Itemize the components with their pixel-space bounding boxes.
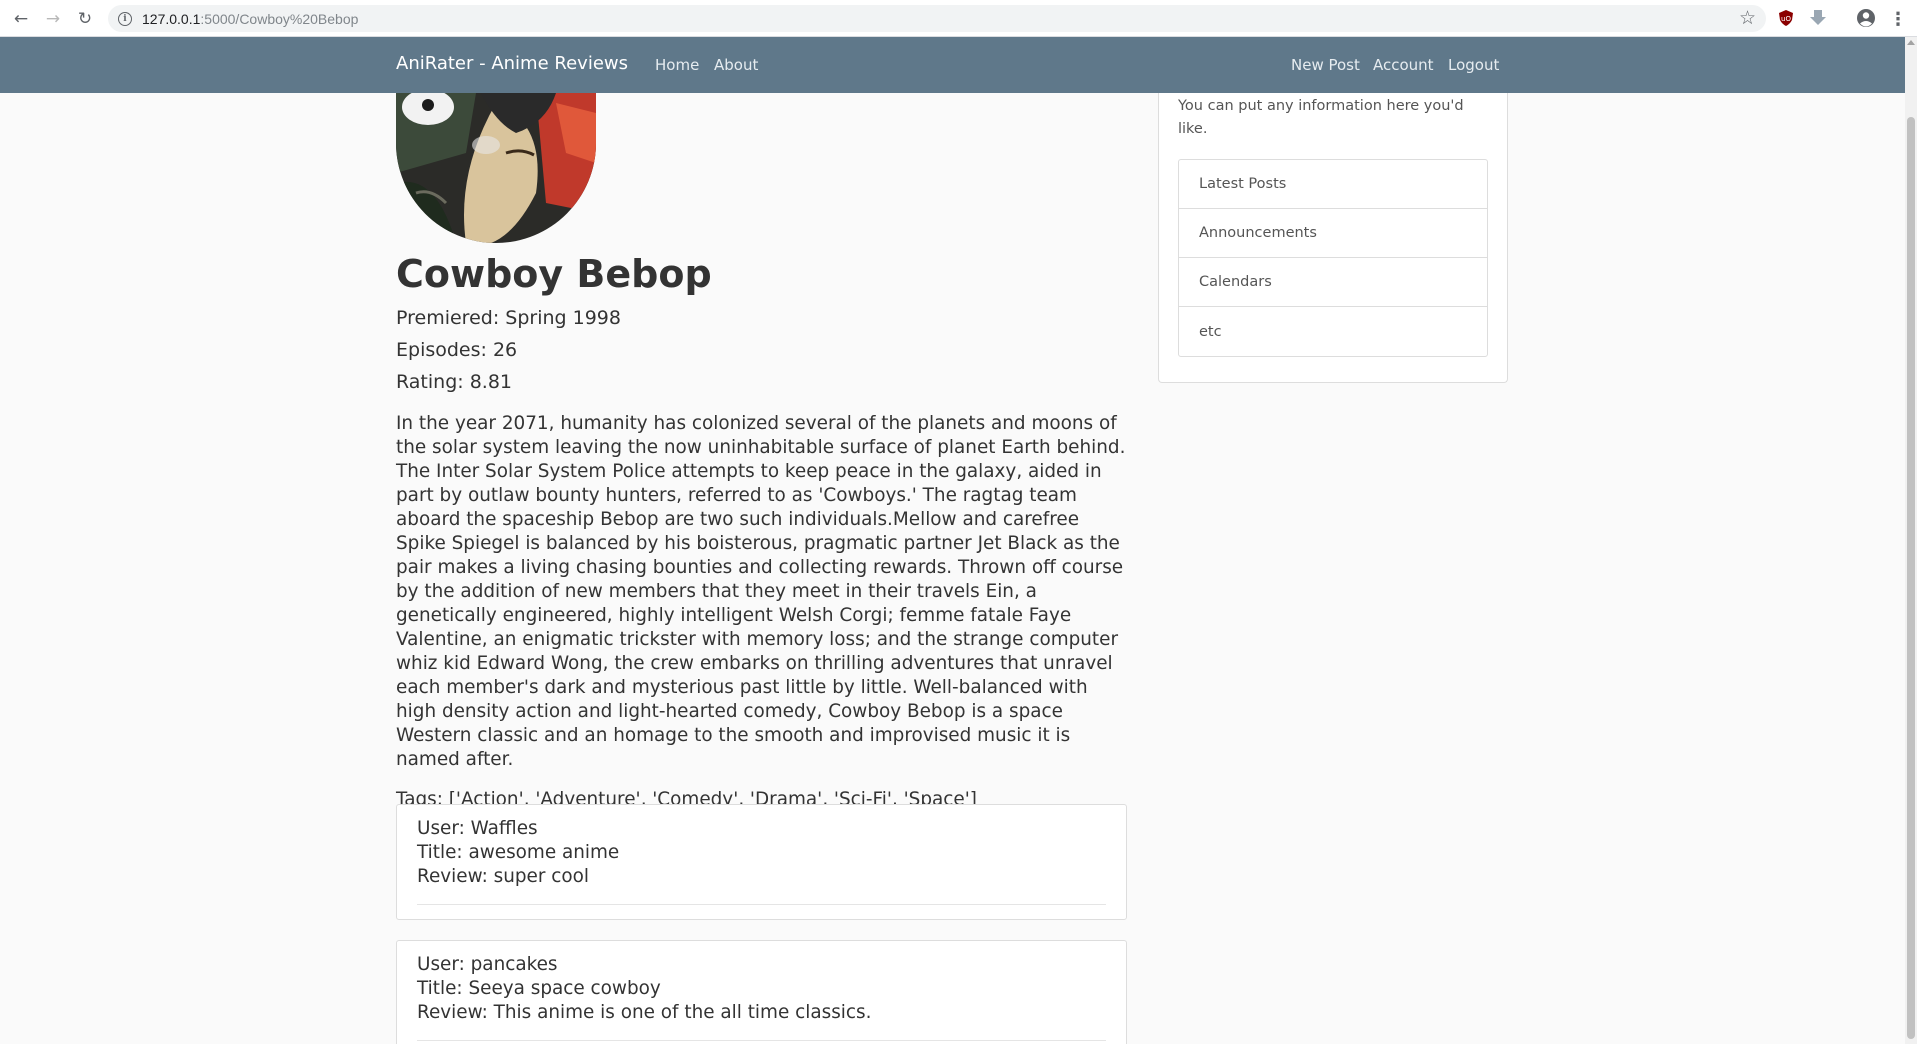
review-text: Review: super cool <box>417 866 590 887</box>
svg-text:uO: uO <box>1781 15 1791 23</box>
review-user: User: Waffles <box>417 818 538 839</box>
brand-link[interactable]: AniRater - Anime Reviews <box>396 53 628 74</box>
anime-avatar <box>396 93 596 243</box>
sidebar-item-announcements[interactable]: Announcements <box>1179 209 1487 258</box>
review-card: User: pancakes Title: Seeya space cowboy… <box>396 940 1127 1044</box>
site-info-icon[interactable]: i <box>118 11 132 26</box>
sidebar-list: Latest Posts Announcements Calendars etc <box>1178 159 1488 357</box>
anime-rating: Rating: 8.81 <box>396 371 513 393</box>
review-divider <box>417 904 1106 905</box>
nav-home-link[interactable]: Home <box>655 56 699 74</box>
forward-arrow-icon[interactable]: → <box>40 6 66 32</box>
url-host: 127.0.0.1 <box>142 10 201 27</box>
reload-icon[interactable]: ↻ <box>72 6 98 32</box>
review-text: Review: This anime is one of the all tim… <box>417 1002 872 1023</box>
profile-icon[interactable] <box>1856 8 1876 28</box>
bookmark-star-icon[interactable]: ☆ <box>1739 7 1756 29</box>
back-arrow-icon[interactable]: ← <box>8 6 34 32</box>
nav-new-post-link[interactable]: New Post <box>1291 56 1360 74</box>
anime-avatar-image <box>396 93 596 243</box>
download-extension-icon[interactable] <box>1808 8 1828 28</box>
sidebar-item-latest-posts[interactable]: Latest Posts <box>1179 160 1487 209</box>
sidebar-description: You can put any information here you'd l… <box>1178 98 1464 137</box>
nav-about-link[interactable]: About <box>714 56 758 74</box>
site-navbar: AniRater - Anime Reviews Home About New … <box>0 37 1905 93</box>
url-text: 127.0.0.1:5000/Cowboy%20Bebop <box>142 11 358 27</box>
anime-premiered: Premiered: Spring 1998 <box>396 307 621 329</box>
anime-episodes: Episodes: 26 <box>396 339 518 361</box>
anime-title: Cowboy Bebop <box>396 252 712 296</box>
review-title: Title: Seeya space cowboy <box>417 978 661 999</box>
address-bar[interactable]: i 127.0.0.1:5000/Cowboy%20Bebop ☆ <box>108 5 1766 32</box>
sidebar-item-etc[interactable]: etc <box>1179 307 1487 356</box>
sidebar: You can put any information here you'd l… <box>1158 93 1508 383</box>
browser-toolbar: ← → ↻ i 127.0.0.1:5000/Cowboy%20Bebop ☆ … <box>0 0 1917 37</box>
review-card: User: Waffles Title: awesome anime Revie… <box>396 804 1127 920</box>
anime-synopsis: In the year 2071, humanity has colonized… <box>396 413 1126 770</box>
menu-dots-icon[interactable]: ⋮ <box>1885 6 1911 32</box>
nav-logout-link[interactable]: Logout <box>1448 56 1499 74</box>
sidebar-item-calendars[interactable]: Calendars <box>1179 258 1487 307</box>
review-divider <box>417 1040 1106 1041</box>
main-content: Cowboy Bebop Premiered: Spring 1998 Epis… <box>396 93 1128 812</box>
scroll-up-arrow-icon[interactable] <box>1907 40 1915 45</box>
url-path: :5000/Cowboy%20Bebop <box>200 10 359 27</box>
nav-account-link[interactable]: Account <box>1373 56 1434 74</box>
review-title: Title: awesome anime <box>417 842 620 863</box>
scrollbar-thumb[interactable] <box>1907 117 1915 1039</box>
shield-extension-icon[interactable]: uO <box>1776 8 1796 28</box>
review-user: User: pancakes <box>417 954 558 975</box>
page-scrollbar[interactable] <box>1905 37 1917 1044</box>
